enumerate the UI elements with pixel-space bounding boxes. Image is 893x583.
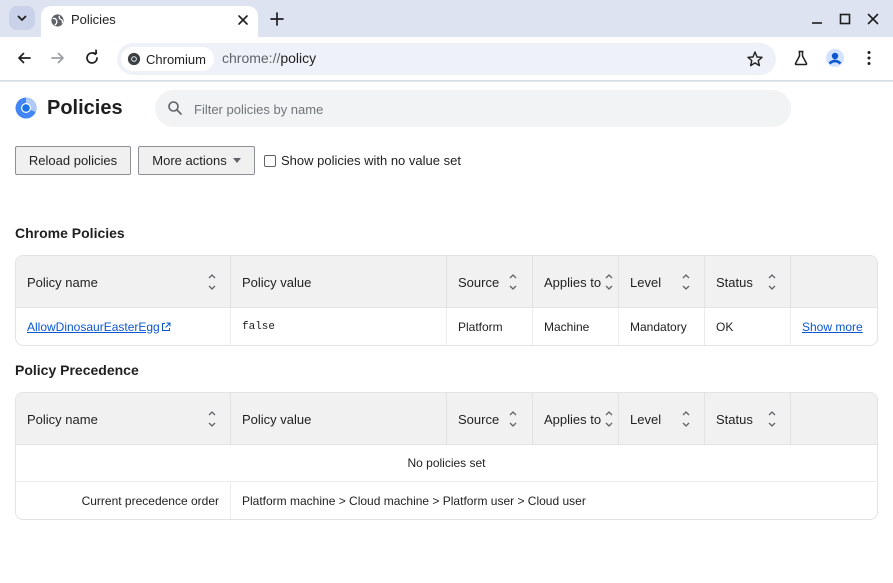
policy-precedence-table: Policy name Policy value Source Applies … (15, 392, 878, 520)
site-info-label: Chromium (146, 51, 206, 67)
policy-value-cell: false (231, 308, 447, 345)
search-icon (168, 101, 182, 115)
show-more-link[interactable]: Show more (802, 320, 863, 334)
sort-icon[interactable] (767, 407, 777, 431)
tab-strip: Policies (0, 0, 893, 37)
sort-icon[interactable] (681, 270, 691, 294)
precedence-order-row: Current precedence order Platform machin… (16, 482, 877, 519)
chevron-down-icon (17, 15, 27, 21)
show-unset-label: Show policies with no value set (281, 153, 461, 168)
back-icon[interactable] (15, 49, 33, 67)
url-path: policy (280, 50, 317, 66)
caret-down-icon (232, 158, 241, 163)
url-text[interactable]: chrome://policy (222, 50, 316, 66)
sort-icon[interactable] (207, 270, 217, 294)
tab-title: Policies (71, 12, 116, 27)
policy-name-cell: AllowDinosaurEasterEgg (16, 308, 231, 345)
header-level[interactable]: Level (619, 393, 705, 445)
star-icon[interactable] (746, 50, 764, 68)
close-icon[interactable] (235, 12, 251, 28)
sort-icon[interactable] (604, 270, 614, 294)
sort-icon[interactable] (508, 270, 518, 294)
maximize-icon[interactable] (837, 11, 853, 27)
header-actions (791, 256, 877, 308)
sort-icon[interactable] (767, 270, 777, 294)
close-icon[interactable] (865, 11, 881, 27)
plus-icon[interactable] (268, 10, 286, 28)
more-vert-icon[interactable] (860, 49, 878, 67)
status-cell: OK (705, 308, 791, 345)
url-scheme: chrome:// (222, 50, 281, 66)
table-header: Policy name Policy value Source Applies … (16, 256, 877, 308)
minimize-icon[interactable] (809, 11, 825, 27)
forward-icon[interactable] (49, 49, 67, 67)
policy-page: Policies Reload policies More actions Sh… (0, 82, 893, 583)
sort-icon[interactable] (681, 407, 691, 431)
reload-policies-button[interactable]: Reload policies (15, 146, 131, 175)
policy-name-link[interactable]: AllowDinosaurEasterEgg (27, 320, 160, 334)
sort-icon[interactable] (604, 407, 614, 431)
sort-icon[interactable] (207, 407, 217, 431)
actions-cell: Show more (791, 308, 877, 345)
globe-icon (51, 14, 64, 27)
more-actions-button[interactable]: More actions (138, 146, 255, 175)
precedence-order-label: Current precedence order (16, 482, 231, 519)
chrome-policies-table: Policy name Policy value Source Applies … (15, 255, 878, 346)
header-source[interactable]: Source (447, 393, 533, 445)
reload-icon[interactable] (83, 49, 101, 67)
header-actions (791, 393, 877, 445)
tab-policies[interactable]: Policies (41, 6, 258, 37)
header-level[interactable]: Level (619, 256, 705, 308)
header-status[interactable]: Status (705, 256, 791, 308)
toolbar: Chromium chrome://policy (0, 37, 893, 81)
chromium-logo-icon (15, 97, 37, 119)
policy-precedence-title: Policy Precedence (15, 362, 139, 378)
external-link-icon[interactable] (161, 322, 171, 332)
precedence-order-value: Platform machine > Cloud machine > Platf… (242, 493, 586, 508)
flask-icon[interactable] (792, 49, 810, 67)
show-unset-checkbox[interactable] (264, 154, 276, 167)
address-bar[interactable]: Chromium chrome://policy (117, 43, 776, 75)
search-input[interactable] (194, 99, 754, 119)
sort-icon[interactable] (508, 407, 518, 431)
header-applies-to[interactable]: Applies to (533, 256, 619, 308)
more-actions-label: More actions (152, 153, 227, 168)
no-policies-label: No policies set (407, 456, 486, 470)
source-cell: Platform (447, 308, 533, 345)
chrome-policies-title: Chrome Policies (15, 225, 125, 241)
site-info-chip[interactable]: Chromium (121, 47, 214, 71)
show-unset-toggle[interactable]: Show policies with no value set (264, 153, 461, 168)
header-policy-value: Policy value (231, 256, 447, 308)
header-status[interactable]: Status (705, 393, 791, 445)
page-title: Policies (47, 97, 123, 119)
applies-to-cell: Machine (533, 308, 619, 345)
header-policy-value: Policy value (231, 393, 447, 445)
header-applies-to[interactable]: Applies to (533, 393, 619, 445)
level-cell: Mandatory (619, 308, 705, 345)
table-header: Policy name Policy value Source Applies … (16, 393, 877, 445)
no-policies-row: No policies set (16, 445, 877, 482)
tab-search-button[interactable] (9, 6, 35, 30)
header-policy-name[interactable]: Policy name (16, 393, 231, 445)
table-row: AllowDinosaurEasterEgg false Platform Ma… (16, 308, 877, 345)
header-source[interactable]: Source (447, 256, 533, 308)
profile-icon[interactable] (825, 48, 845, 68)
policy-search[interactable] (155, 90, 791, 127)
chromium-icon (127, 52, 141, 66)
header-policy-name[interactable]: Policy name (16, 256, 231, 308)
